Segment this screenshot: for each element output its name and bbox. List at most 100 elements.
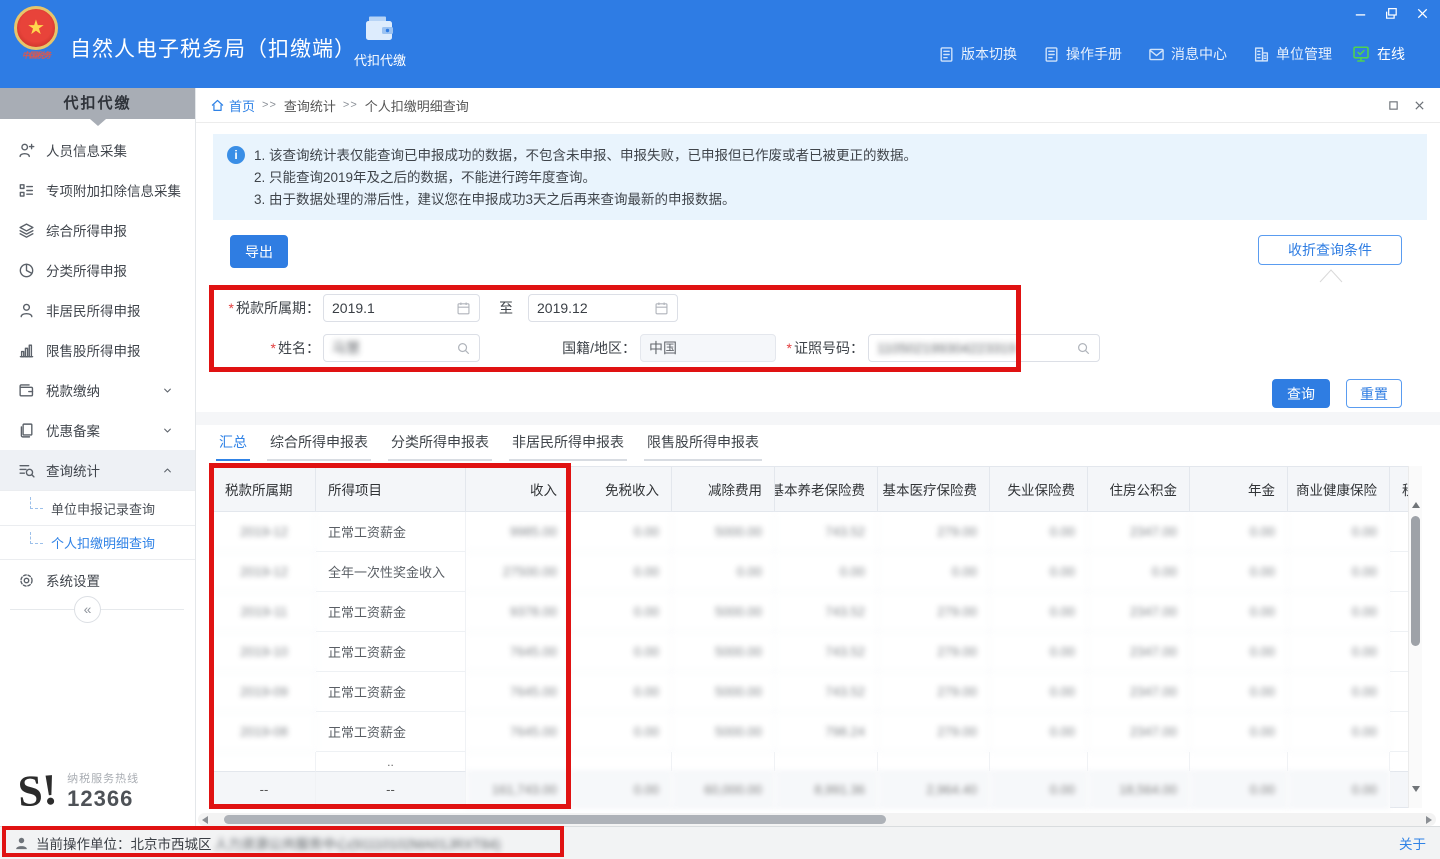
sidebar-collapse-button[interactable]: «	[74, 596, 101, 623]
amount-cell: 798.24	[775, 712, 878, 752]
name-input[interactable]: 马慧	[323, 334, 480, 362]
org-icon	[1253, 46, 1270, 63]
tab-nonresident[interactable]: 非居民所得申报表	[509, 428, 627, 461]
ellipsis-cell	[1288, 752, 1390, 771]
amount-cell: 0.00	[1190, 512, 1288, 552]
about-link[interactable]: 关于	[1399, 833, 1426, 853]
minimize-icon[interactable]	[1353, 6, 1368, 21]
income-item-cell: 正常工资薪金	[316, 592, 466, 632]
reset-button[interactable]: 重置	[1346, 379, 1402, 408]
query-button[interactable]: 查询	[1272, 379, 1330, 408]
table-row: ----161,743.000.0060,000.008,991.362,964…	[213, 771, 1406, 808]
amount-cell: 0.00	[1190, 592, 1288, 632]
amount-cell: 7645.00	[466, 712, 570, 752]
panel-close-icon[interactable]	[1413, 99, 1426, 112]
home-icon	[210, 98, 225, 113]
sidebar-item-label: 系统设置	[46, 570, 100, 590]
sidebar-item-classified-income[interactable]: 分类所得申报	[0, 250, 195, 290]
collapse-query-button[interactable]: 收折查询条件	[1258, 235, 1402, 265]
sidebar-item-tax-payment[interactable]: 税款缴纳	[0, 370, 195, 410]
sidebar-item-restricted-stock[interactable]: 限售股所得申报	[0, 330, 195, 370]
amount-cell: 0.00	[990, 712, 1088, 752]
name-label: *姓名：	[256, 334, 320, 362]
calendar-icon[interactable]	[456, 301, 471, 316]
scroll-up-arrow[interactable]	[1412, 502, 1420, 508]
period-label: *税款所属期：	[216, 294, 320, 322]
tree-guide	[30, 532, 43, 544]
chev-down-icon	[161, 424, 174, 437]
close-icon[interactable]	[1415, 6, 1430, 21]
sidebar-item-query-statistics[interactable]: 查询统计	[0, 450, 195, 490]
app-title: 自然人电子税务局（扣缴端）	[70, 33, 356, 63]
tab-summary[interactable]: 汇总	[216, 428, 250, 461]
sidebar-item-nonresident-income[interactable]: 非居民所得申报	[0, 290, 195, 330]
table-column-header: 基本医疗保险费	[878, 466, 990, 512]
header-menu-message-center[interactable]: 消息中心	[1148, 44, 1227, 64]
tab-comprehensive[interactable]: 综合所得申报表	[267, 428, 371, 461]
scroll-down-arrow[interactable]	[1412, 786, 1420, 792]
ellipsis-cell	[1190, 752, 1288, 771]
amount-cell: 0.00	[990, 552, 1088, 592]
module-tab-withholding[interactable]: 代扣代缴	[346, 15, 414, 69]
tab-restricted[interactable]: 限售股所得申报表	[644, 428, 762, 461]
search-icon[interactable]	[1076, 341, 1091, 356]
panel-maximize-icon[interactable]	[1387, 99, 1400, 112]
restore-icon[interactable]	[1384, 6, 1399, 21]
window-controls	[1353, 6, 1430, 21]
scroll-left-arrow[interactable]	[202, 816, 208, 824]
sidebar-item-special-deduction[interactable]: 专项附加扣除信息采集	[0, 170, 195, 210]
sidebar-subitem-personal-withholding-detail-query[interactable]: 个人扣缴明细查询	[0, 525, 195, 560]
amount-cell: 0.00	[1190, 552, 1288, 592]
table-row: 2019-09正常工资薪金7645.000.005000.00743.52279…	[213, 672, 1406, 712]
amount-cell: 7645.00	[466, 632, 570, 672]
export-button[interactable]: 导出	[230, 235, 288, 268]
horizontal-scrollbar[interactable]	[198, 813, 1436, 826]
tree-guide	[30, 497, 43, 509]
sidebar-item-system-settings[interactable]: 系统设置	[0, 560, 195, 600]
amount-cell: 2347.00	[1088, 592, 1190, 632]
table-row: ..	[213, 752, 1406, 771]
calendar-icon[interactable]	[654, 301, 669, 316]
period-from-input[interactable]: 2019.1	[323, 294, 480, 322]
scroll-right-arrow[interactable]	[1426, 816, 1432, 824]
header-menu-version-switch[interactable]: 版本切换	[938, 44, 1017, 64]
search-icon[interactable]	[456, 341, 471, 356]
ellipsis-cell	[570, 752, 672, 771]
amount-cell: 0.00	[1288, 632, 1390, 672]
period-to-input[interactable]: 2019.12	[528, 294, 678, 322]
sidebar-subitem-unit-declare-record-query[interactable]: 单位申报记录查询	[0, 490, 195, 525]
sidebar-item-personnel-info[interactable]: 人员信息采集	[0, 130, 195, 170]
vertical-scroll-thumb[interactable]	[1411, 516, 1420, 646]
result-tabs: 汇总综合所得申报表分类所得申报表非居民所得申报表限售股所得申报表	[216, 428, 762, 461]
amount-cell: 5000.00	[672, 632, 775, 672]
header-menu-org-management[interactable]: 单位管理	[1253, 44, 1332, 64]
header-menu-manual[interactable]: 操作手册	[1043, 44, 1122, 64]
totals-cell: 8,991.36	[775, 771, 878, 808]
doc-icon	[1043, 46, 1060, 63]
header-menu-label: 单位管理	[1276, 44, 1332, 64]
table-row: 2019-11正常工资薪金9378.000.005000.00743.52279…	[213, 592, 1406, 632]
amount-cell: 0.00	[1190, 672, 1288, 712]
income-item-cell: 全年一次性奖金收入	[316, 552, 466, 592]
tab-classified[interactable]: 分类所得申报表	[388, 428, 492, 461]
info-icon: i	[227, 146, 245, 164]
ellipsis-cell	[466, 752, 570, 771]
amount-cell: 279.00	[878, 672, 990, 712]
amount-cell: 0.00	[1190, 632, 1288, 672]
chart-icon	[18, 342, 35, 359]
notice-line: 3. 由于数据处理的滞后性，建议您在申报成功3天之后再来查询最新的申报数据。	[254, 189, 917, 211]
amount-cell: 0.00	[990, 672, 1088, 712]
vertical-scrollbar[interactable]	[1408, 466, 1422, 808]
sidebar-item-comprehensive-income[interactable]: 综合所得申报	[0, 210, 195, 250]
breadcrumb-home[interactable]: 首页	[210, 96, 255, 115]
horizontal-scroll-thumb[interactable]	[224, 815, 886, 824]
notice-line: 1. 该查询统计表仅能查询已申报成功的数据，不包含未申报、申报失败，已申报但已作…	[254, 145, 917, 167]
totals-cell: 2,964.40	[878, 771, 990, 808]
chev-down-icon	[161, 384, 174, 397]
id-number-input[interactable]: 110502199304223319	[868, 334, 1100, 362]
amount-cell: 743.52	[775, 592, 878, 632]
sidebar: 代扣代缴 人员信息采集专项附加扣除信息采集综合所得申报分类所得申报非居民所得申报…	[0, 88, 196, 826]
sidebar-item-preferential-filing[interactable]: 优惠备案	[0, 410, 195, 450]
sidebar-item-label: 人员信息采集	[46, 140, 127, 160]
amount-cell: 743.52	[775, 672, 878, 712]
